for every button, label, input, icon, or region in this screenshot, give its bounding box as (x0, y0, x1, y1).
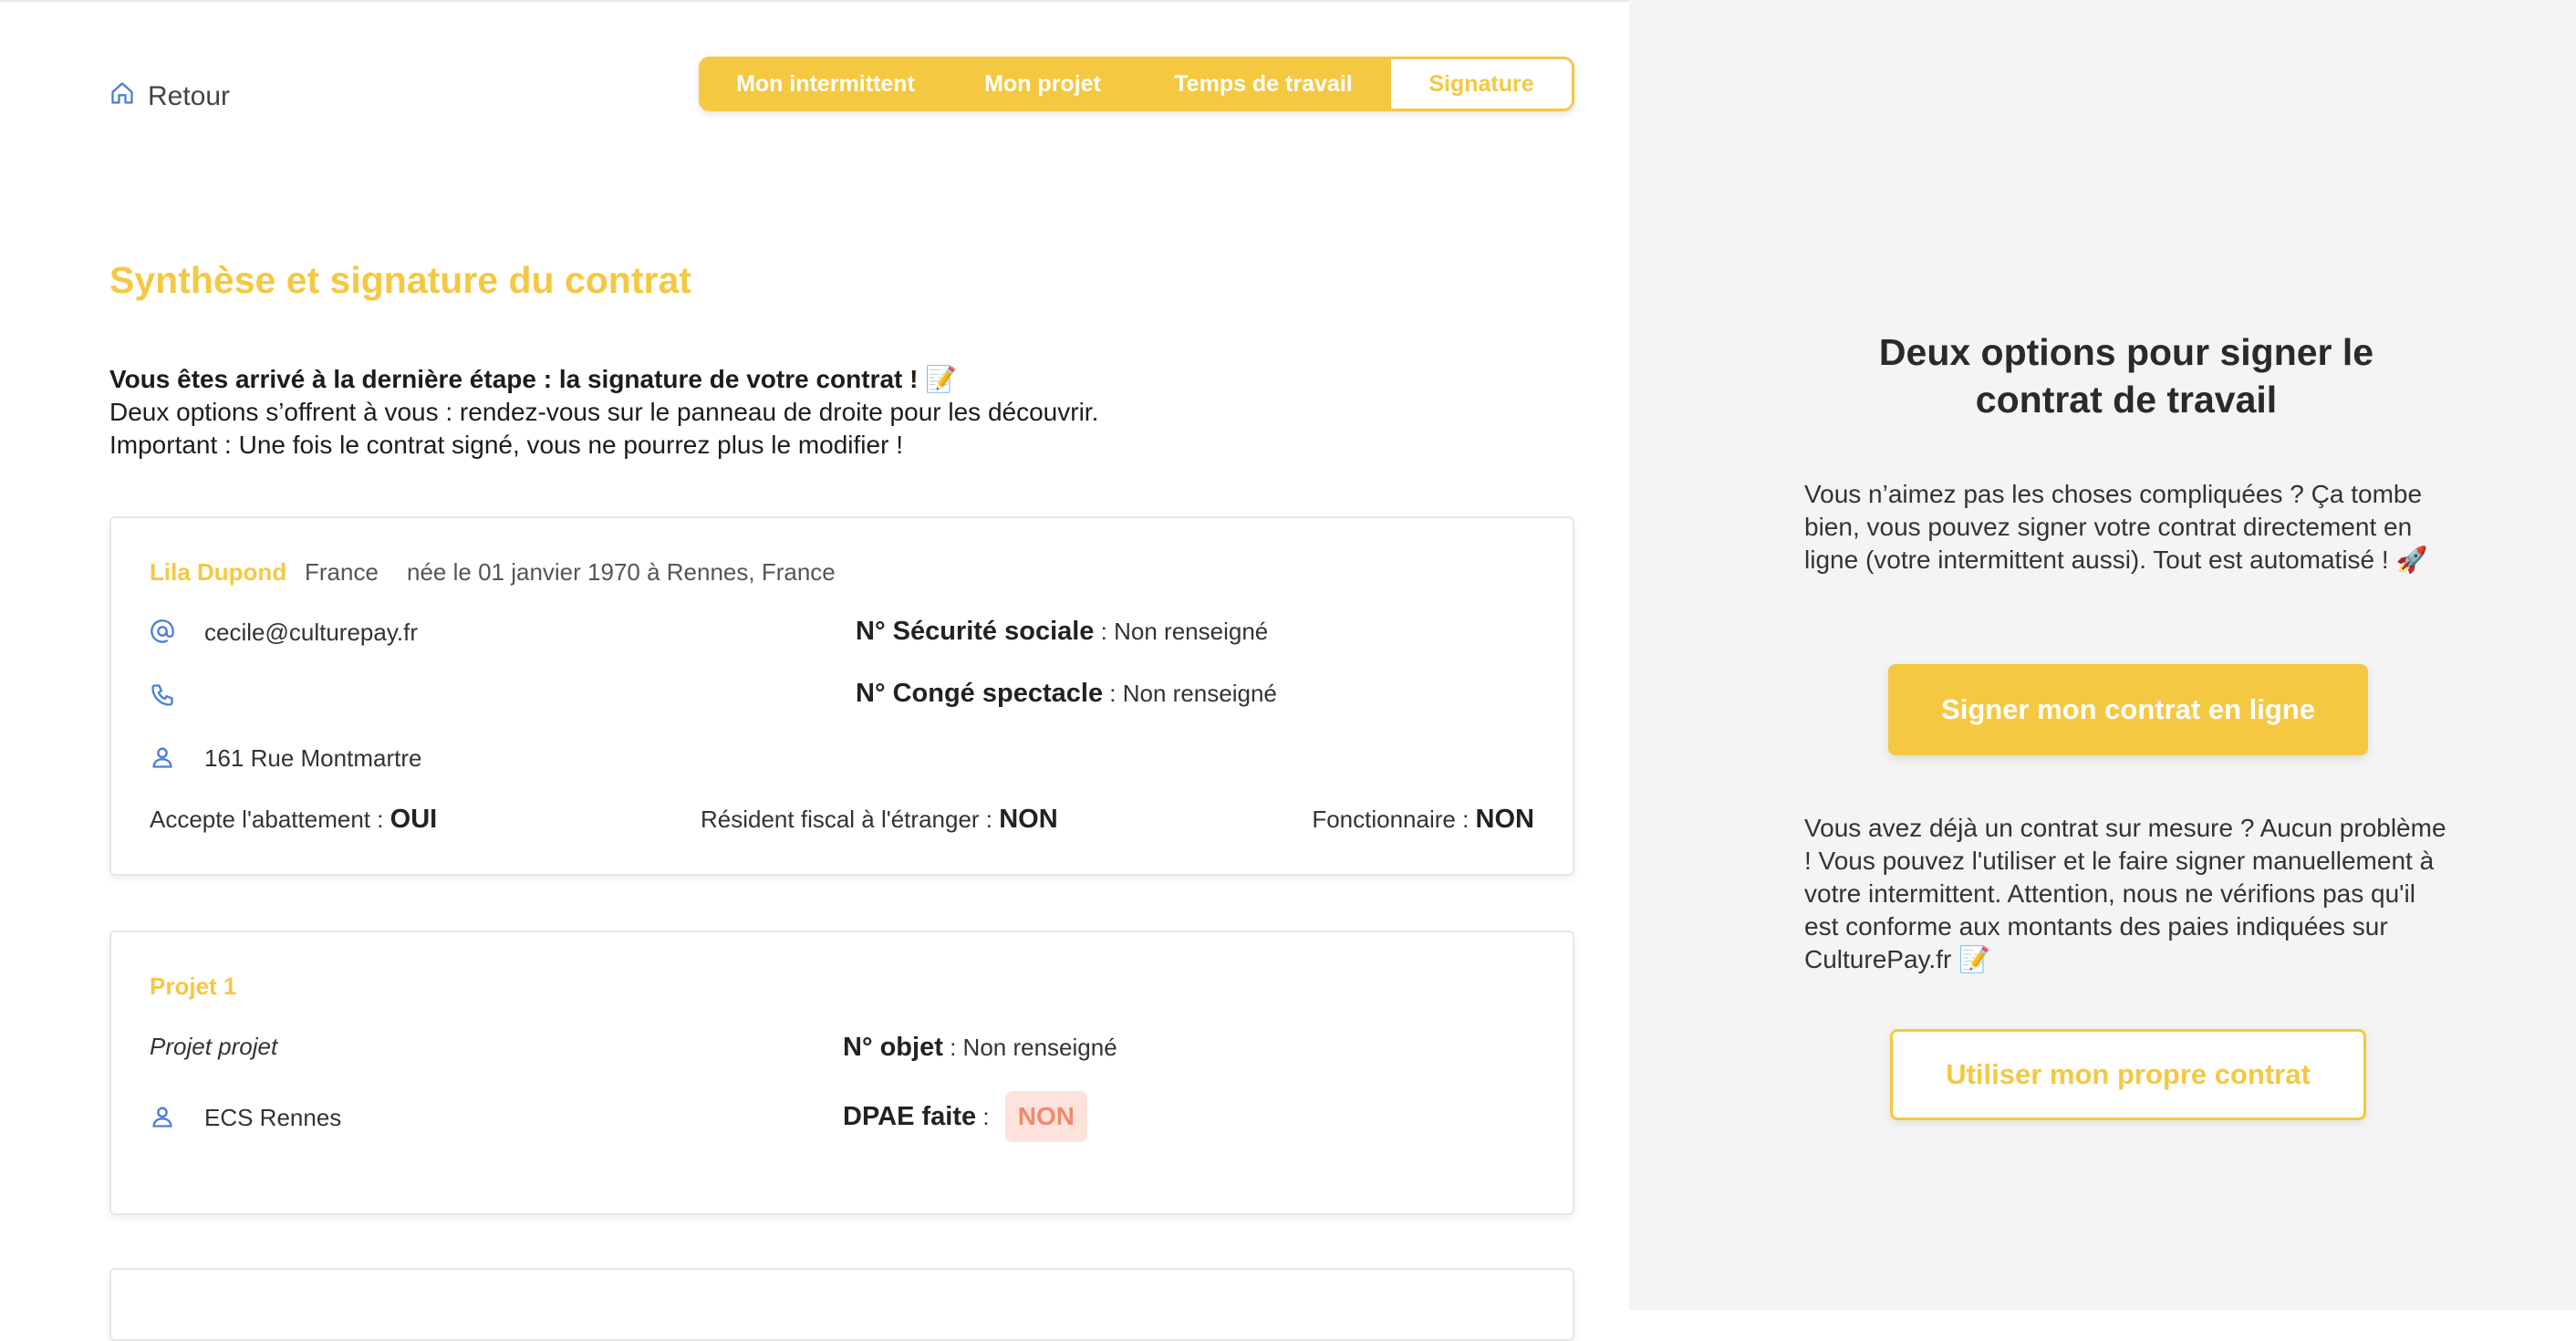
objet-field: N° objet : Non renseigné (843, 1033, 1117, 1063)
fonctionnaire-field: Fonctionnaire : NON (1312, 805, 1534, 835)
person-email: cecile@culturepay.fr (204, 619, 418, 646)
project-title: Projet 1 (150, 972, 237, 1000)
resident-label: Résident fiscal à l'étranger : (701, 806, 1000, 833)
at-icon (150, 619, 175, 649)
person-address: 161 Rue Montmartre (204, 744, 422, 772)
ss-label: N° Sécurité sociale (856, 617, 1095, 646)
project-location: ECS Rennes (204, 1104, 342, 1131)
home-icon (109, 80, 135, 113)
conge-value: : Non renseigné (1103, 680, 1277, 707)
objet-label: N° objet (843, 1033, 943, 1062)
intro-line: Deux options s’offrent à vous : rendez-v… (109, 398, 1099, 426)
own-contract-text: Vous avez déjà un contrat sur mesure ? A… (1804, 814, 2446, 973)
sign-online-button[interactable]: Signer mon contrat en ligne (1888, 664, 2368, 755)
intro-text: Vous êtes arrivé à la dernière étape : l… (109, 363, 1098, 462)
step-temps-de-travail[interactable]: Temps de travail (1136, 59, 1391, 109)
step-signature[interactable]: Signature (1391, 59, 1572, 109)
back-link[interactable]: Retour (109, 80, 230, 113)
abattement-label: Accepte l'abattement : (150, 806, 390, 833)
project-name: Projet projet (150, 1033, 278, 1060)
intro-bold: Vous êtes arrivé à la dernière étape : l… (109, 365, 958, 393)
location-person-icon (150, 1104, 175, 1134)
conge-label: N° Congé spectacle (856, 679, 1104, 708)
location-person-icon (150, 744, 175, 774)
dpae-status-badge: NON (1004, 1091, 1088, 1142)
page-title: Synthèse et signature du contrat (109, 259, 691, 301)
dpae-field: DPAE faite : NON (843, 1091, 1088, 1142)
use-own-contract-button[interactable]: Utiliser mon propre contrat (1890, 1029, 2366, 1120)
person-birth: née le 01 janvier 1970 à Rennes, France (407, 558, 836, 586)
online-option-text: Vous n’aimez pas les choses compliquées … (1804, 480, 2428, 574)
person-country: France (305, 558, 379, 586)
ss-field: N° Sécurité sociale : Non renseigné (856, 617, 1268, 647)
phone-icon (150, 682, 175, 712)
fonctionnaire-label: Fonctionnaire : (1312, 806, 1476, 833)
back-label: Retour (148, 81, 231, 111)
intermittent-card: Lila Dupond France née le 01 janvier 197… (109, 516, 1574, 876)
resident-value: NON (999, 805, 1058, 834)
intro-warning: Important : Une fois le contrat signé, v… (109, 431, 903, 459)
main-pane: Retour Mon intermittent Mon projet Temps… (0, 0, 1629, 1341)
conge-field: N° Congé spectacle : Non renseigné (856, 679, 1277, 709)
objet-value: : Non renseigné (942, 1034, 1117, 1061)
step-mon-projet[interactable]: Mon projet (950, 59, 1136, 109)
options-title: Deux options pour signer le contrat de t… (1878, 331, 2374, 421)
dpae-sep: : (976, 1103, 996, 1130)
fonctionnaire-value: NON (1475, 805, 1534, 834)
dpae-label: DPAE faite (843, 1102, 977, 1131)
abattement-value: OUI (390, 805, 438, 834)
abattement-field: Accepte l'abattement : OUI (150, 805, 437, 835)
resident-field: Résident fiscal à l'étranger : NON (701, 805, 1058, 835)
project-card: Projet 1 Projet projet ECS Rennes N° obj… (109, 930, 1574, 1215)
person-name: Lila Dupond (150, 558, 287, 586)
step-mon-intermittent[interactable]: Mon intermittent (701, 59, 950, 109)
additional-card (109, 1268, 1574, 1341)
step-navigation: Mon intermittent Mon projet Temps de tra… (699, 57, 1574, 111)
ss-value: : Non renseigné (1094, 618, 1269, 645)
